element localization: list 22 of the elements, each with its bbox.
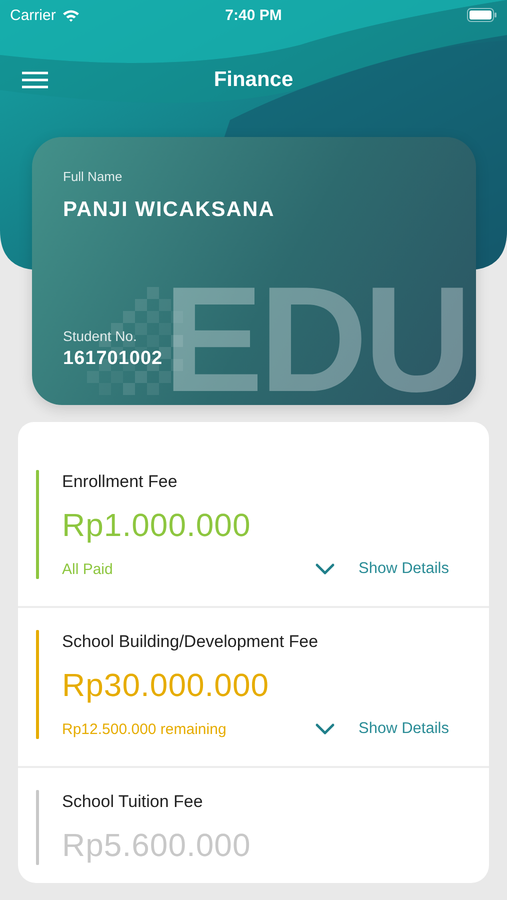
show-details-button[interactable]: Show Details <box>358 560 449 578</box>
chevron-down-icon[interactable] <box>314 563 335 575</box>
payment-status: All Paid <box>62 560 114 578</box>
fee-amount: Rp30.000.000 <box>62 666 270 705</box>
name-label: Full Name <box>63 169 122 184</box>
chevron-down-icon[interactable] <box>314 723 335 735</box>
carrier-label: Carrier <box>10 6 56 24</box>
fee-title: Enrollment Fee <box>62 471 178 493</box>
show-details-button[interactable]: Show Details <box>358 720 449 738</box>
menu-icon <box>22 71 48 89</box>
battery-icon <box>467 8 497 22</box>
fee-title: School Tuition Fee <box>62 791 203 813</box>
fee-title: School Building/Development Fee <box>62 631 318 653</box>
card-emblem: EDU <box>163 277 468 401</box>
screen-title: Finance <box>214 68 294 92</box>
fee-amount: Rp1.000.000 <box>62 506 251 545</box>
student-number-label: Student No. <box>63 328 137 344</box>
student-name: PANJI WICAKSANA <box>63 198 275 222</box>
wifi-icon <box>62 8 80 22</box>
clock: 7:40 PM <box>225 6 282 24</box>
payment-status: Rp12.500.000 remaining <box>62 720 228 738</box>
student-number: 161701002 <box>63 348 163 370</box>
